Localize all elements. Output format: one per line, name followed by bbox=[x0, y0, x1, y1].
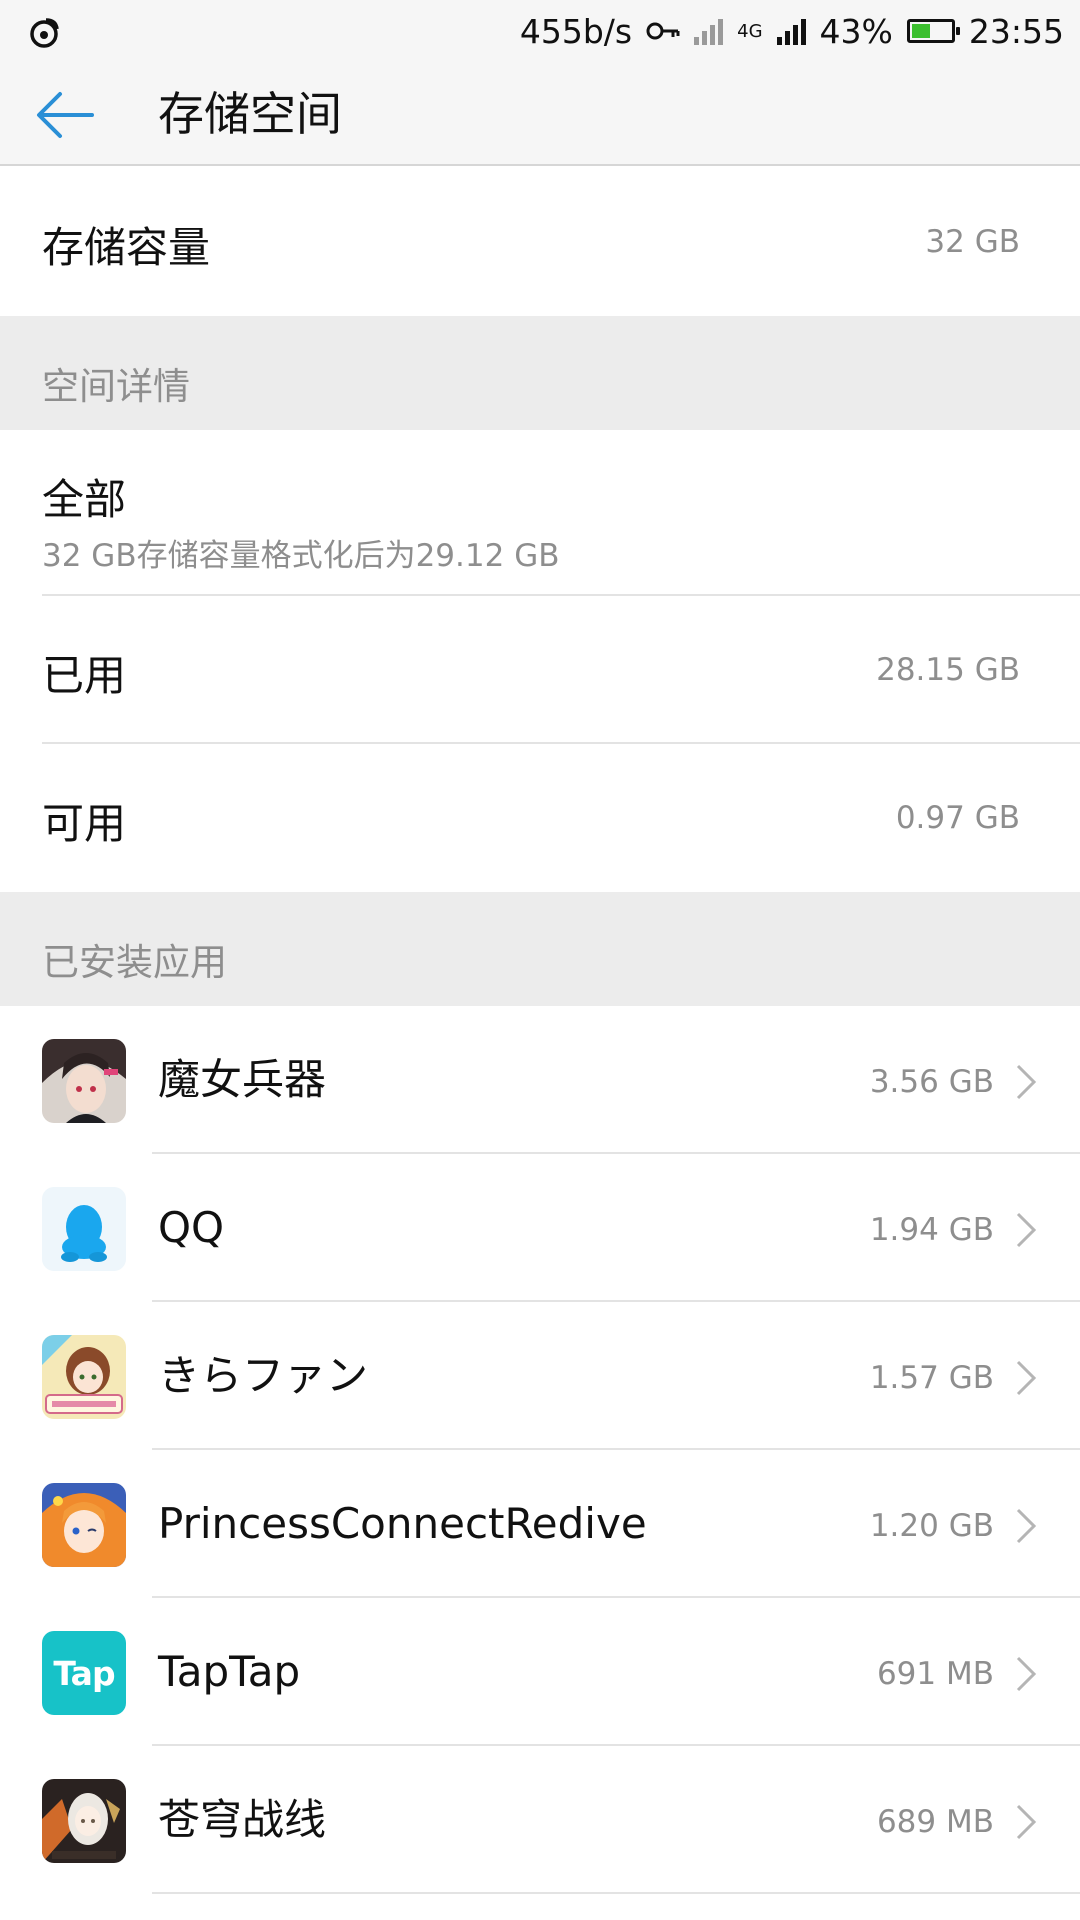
app-name: TapTap bbox=[158, 1647, 301, 1696]
app-bar: 存储空间 bbox=[0, 62, 1080, 166]
all-storage-subtitle: 32 GB存储容量格式化后为29.12 GB bbox=[42, 538, 560, 574]
app-icon-majo-heiki bbox=[42, 1039, 126, 1123]
app-row-majo-heiki[interactable]: 魔女兵器 3.56 GB bbox=[0, 1006, 1080, 1154]
clock: 23:55 bbox=[968, 11, 1064, 51]
taptap-icon-text: Tap bbox=[53, 1653, 115, 1693]
back-button[interactable] bbox=[30, 80, 100, 150]
app-size: 689 MB bbox=[876, 1804, 994, 1840]
app-icon-qq bbox=[42, 1187, 126, 1271]
available-storage-label: 可用 bbox=[42, 799, 127, 848]
section-space-details-title: 空间详情 bbox=[42, 365, 190, 408]
arrow-left-icon bbox=[37, 92, 94, 138]
sim2-signal-icon bbox=[776, 17, 806, 45]
chevron-right-icon bbox=[1016, 1360, 1037, 1396]
weibo-notification-icon bbox=[26, 14, 62, 50]
section-installed-apps: 已安装应用 bbox=[0, 892, 1080, 1006]
storage-capacity-label: 存储容量 bbox=[42, 223, 211, 272]
app-icon-taptap: Tap bbox=[42, 1631, 126, 1715]
status-bar: 455b/s 4G 43% 23:55 bbox=[0, 0, 1080, 62]
section-space-details: 空间详情 bbox=[0, 316, 1080, 430]
chevron-right-icon bbox=[1016, 1804, 1037, 1840]
used-storage-value: 28.15 GB bbox=[876, 652, 1020, 688]
app-row-kirafan[interactable]: きらファン 1.57 GB bbox=[0, 1302, 1080, 1450]
app-icon-princess-connect bbox=[42, 1483, 126, 1567]
storage-capacity-row: 存储容量 32 GB bbox=[0, 168, 1080, 316]
app-size: 1.57 GB bbox=[869, 1360, 994, 1396]
storage-capacity-value: 32 GB bbox=[925, 224, 1020, 260]
all-storage-row: 全部 32 GB存储容量格式化后为29.12 GB bbox=[0, 430, 1080, 596]
used-storage-label: 已用 bbox=[42, 651, 127, 700]
app-name: 苍穹战线 bbox=[158, 1795, 327, 1844]
app-name: 魔女兵器 bbox=[158, 1055, 327, 1104]
app-icon-cangqiong bbox=[42, 1779, 126, 1863]
app-size: 691 MB bbox=[876, 1656, 994, 1692]
app-size: 1.20 GB bbox=[869, 1508, 994, 1544]
used-storage-row: 已用 28.15 GB bbox=[0, 596, 1080, 744]
available-storage-row: 可用 0.97 GB bbox=[0, 744, 1080, 892]
sim1-signal-icon bbox=[694, 17, 724, 45]
available-storage-value: 0.97 GB bbox=[895, 800, 1020, 836]
status-right: 455b/s 4G 43% 23:55 bbox=[520, 8, 1064, 54]
chevron-right-icon bbox=[1016, 1656, 1037, 1692]
divider bbox=[152, 1892, 1080, 1894]
app-name: PrincessConnectRedive bbox=[158, 1499, 647, 1548]
battery-percent: 43% bbox=[819, 11, 893, 51]
all-storage-label: 全部 bbox=[42, 475, 127, 524]
app-row-taptap[interactable]: Tap TapTap 691 MB bbox=[0, 1598, 1080, 1746]
chevron-right-icon bbox=[1016, 1508, 1037, 1544]
app-name: QQ bbox=[158, 1203, 225, 1252]
app-icon-kirafan bbox=[42, 1335, 126, 1419]
network-speed: 455b/s bbox=[519, 11, 633, 51]
app-size: 1.94 GB bbox=[869, 1212, 994, 1248]
app-size: 3.56 GB bbox=[869, 1064, 994, 1100]
chevron-right-icon bbox=[1016, 1212, 1037, 1248]
app-row-cangqiong[interactable]: 苍穹战线 689 MB bbox=[0, 1746, 1080, 1894]
app-row-princess-connect[interactable]: PrincessConnectRedive 1.20 GB bbox=[0, 1450, 1080, 1598]
section-installed-apps-title: 已安装应用 bbox=[42, 941, 227, 984]
app-name: きらファン bbox=[158, 1351, 369, 1400]
chevron-right-icon bbox=[1016, 1064, 1037, 1100]
network-type: 4G bbox=[737, 20, 763, 42]
battery-icon bbox=[906, 19, 960, 43]
vpn-key-icon bbox=[646, 22, 680, 40]
page-title: 存储空间 bbox=[158, 87, 342, 141]
app-row-qq[interactable]: QQ 1.94 GB bbox=[0, 1154, 1080, 1302]
